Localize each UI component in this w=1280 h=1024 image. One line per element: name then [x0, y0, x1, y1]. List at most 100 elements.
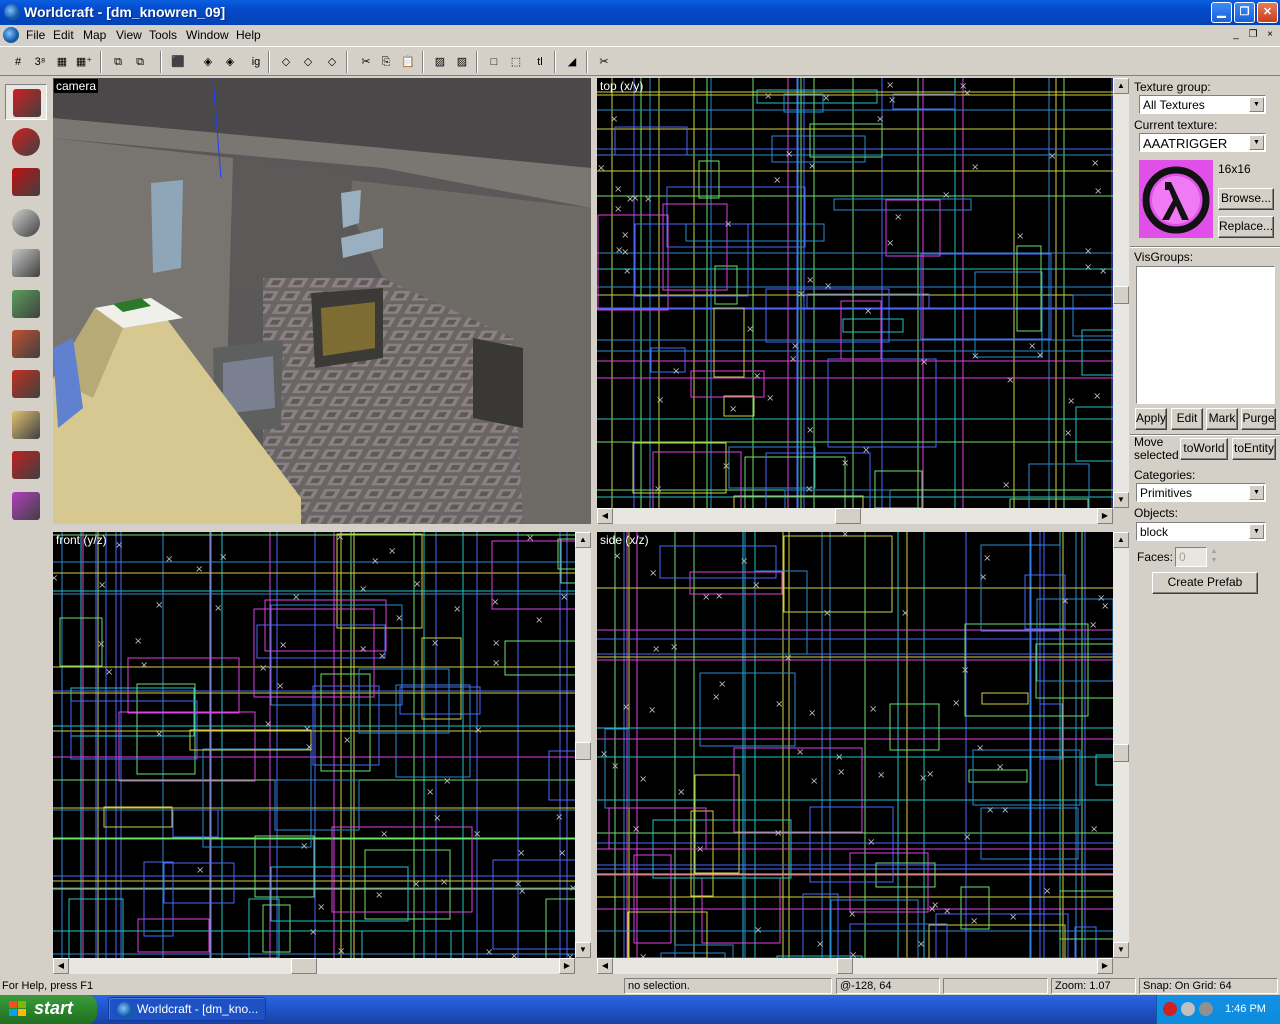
front-view-horizontal-scrollbar[interactable]: ◀ ▶ [53, 958, 575, 974]
menu-file[interactable]: File [26, 28, 45, 42]
minimize-button[interactable]: ▁ [1211, 2, 1232, 23]
hide-object-icon[interactable]: ◇ [276, 52, 296, 72]
camera-viewport[interactable]: camera [53, 78, 591, 524]
scroll-thumb[interactable] [835, 508, 861, 524]
worldcraft-app-icon[interactable] [4, 4, 20, 20]
start-button[interactable]: start [0, 995, 97, 1024]
show-object-icon[interactable]: ◇ [298, 52, 318, 72]
taskbar-item-worldcraft[interactable]: Worldcraft - [dm_kno... [108, 997, 266, 1021]
scroll-left-arrow-icon[interactable]: ◀ [597, 958, 613, 974]
hazard-icon[interactable]: ▨ [452, 52, 472, 72]
mdi-restore-button[interactable]: ❐ [1245, 28, 1261, 42]
edit-button[interactable]: Edit [1171, 408, 1203, 430]
scroll-thumb[interactable] [837, 958, 853, 974]
browse-button[interactable]: Browse... [1218, 188, 1274, 210]
scroll-thumb[interactable] [1113, 286, 1129, 304]
document-icon[interactable] [3, 27, 19, 43]
apply-current-texture-tool-button[interactable] [5, 326, 47, 362]
scroll-right-arrow-icon[interactable]: ▶ [1097, 958, 1113, 974]
paste-icon[interactable]: 📋 [398, 52, 418, 72]
close-button[interactable]: ✕ [1257, 2, 1278, 23]
cut-icon[interactable]: ✂ [356, 52, 376, 72]
chevron-down-icon[interactable]: ▼ [1249, 97, 1264, 112]
scroll-thumb[interactable] [575, 742, 591, 760]
path-tool-button[interactable] [5, 488, 47, 524]
scroll-left-arrow-icon[interactable]: ◀ [53, 958, 69, 974]
menu-tools[interactable]: Tools [149, 28, 177, 42]
clipping-tool-button[interactable] [5, 407, 47, 443]
volume-icon[interactable] [1199, 1002, 1213, 1016]
ignore-group-icon[interactable]: ig [246, 52, 266, 72]
selection-tool-button[interactable] [5, 84, 47, 120]
menu-view[interactable]: View [116, 28, 142, 42]
faces-spinner-icon[interactable]: ▲ ▼ [1207, 547, 1221, 567]
grid-icon[interactable]: # [8, 52, 28, 72]
entity-tool-button[interactable] [5, 205, 47, 241]
menu-map[interactable]: Map [83, 28, 106, 42]
texture-application-tool-button[interactable] [5, 286, 47, 322]
mark-button[interactable]: Mark [1206, 408, 1238, 430]
grid-dense-icon[interactable]: ▦ [52, 52, 72, 72]
side-view-vertical-scrollbar[interactable]: ▲ ▼ [1113, 532, 1129, 958]
objects-select[interactable]: block ▼ [1136, 522, 1266, 541]
grid-add-icon[interactable]: ▦⁺ [74, 52, 94, 72]
scroll-right-arrow-icon[interactable]: ▶ [1097, 508, 1113, 524]
replace-button[interactable]: Replace... [1218, 216, 1274, 238]
menu-help[interactable]: Help [236, 28, 261, 42]
visgroups-list[interactable] [1136, 266, 1275, 404]
apply-button[interactable]: Apply [1135, 408, 1167, 430]
mdi-minimize-button[interactable]: _ [1228, 28, 1244, 42]
decal-icon[interactable]: ▨ [430, 52, 450, 72]
unhide-icon[interactable]: ◇ [322, 52, 342, 72]
block-tool-button[interactable] [5, 245, 47, 281]
chevron-down-icon[interactable]: ▼ [1249, 485, 1264, 500]
side-view-viewport[interactable]: × × × × × × × × × × × × × × × × × × × × × × × × × × × × × × × × × × × × × × × ×… [597, 532, 1113, 958]
scroll-up-arrow-icon[interactable]: ▲ [1113, 78, 1129, 94]
scroll-down-arrow-icon[interactable]: ▼ [1113, 942, 1129, 958]
scroll-up-arrow-icon[interactable]: ▲ [575, 532, 591, 548]
to-entity-button[interactable]: toEntity [1232, 438, 1276, 460]
magnify-tool-button[interactable] [5, 124, 47, 160]
texture-lock-icon[interactable]: ⬛ [168, 52, 188, 72]
scroll-down-arrow-icon[interactable]: ▼ [1113, 492, 1129, 508]
scroll-thumb[interactable] [1113, 744, 1129, 762]
network-icon[interactable] [1181, 1002, 1195, 1016]
purge-button[interactable]: Purge [1241, 408, 1276, 430]
faces-input[interactable]: 0 [1175, 547, 1207, 567]
texture-lock-toggle-icon[interactable]: tl [530, 52, 550, 72]
texture-preview[interactable] [1139, 160, 1213, 238]
scroll-thumb[interactable] [291, 958, 317, 974]
chevron-down-icon[interactable]: ▼ [1249, 135, 1264, 150]
maximize-button[interactable]: ❐ [1234, 2, 1255, 23]
to-world-button[interactable]: toWorld [1180, 438, 1228, 460]
group-icon[interactable]: ⧉ [108, 52, 128, 72]
scroll-left-arrow-icon[interactable]: ◀ [597, 508, 613, 524]
mdi-close-button[interactable]: × [1262, 28, 1278, 42]
chevron-down-icon[interactable]: ▼ [1249, 524, 1264, 539]
map-check-icon[interactable]: ✂ [594, 52, 614, 72]
current-texture-select[interactable]: AAATRIGGER ▼ [1139, 133, 1266, 152]
hollow-icon[interactable]: ◈ [220, 52, 240, 72]
security-shield-icon[interactable] [1163, 1002, 1177, 1016]
categories-select[interactable]: Primitives ▼ [1136, 483, 1266, 502]
create-prefab-button[interactable]: Create Prefab [1152, 572, 1258, 594]
menu-edit[interactable]: Edit [53, 28, 74, 42]
top-view-viewport[interactable]: × × × × × × × × × × × × × × × × × × × × × × × × × × × × × × × × × × × × × × × ×… [597, 78, 1113, 508]
bounding-box-icon[interactable]: □ [484, 52, 504, 72]
vertex-manipulation-tool-button[interactable] [5, 447, 47, 483]
scroll-up-arrow-icon[interactable]: ▲ [1113, 532, 1129, 548]
copy-icon[interactable]: ⎘ [376, 52, 396, 72]
side-view-horizontal-scrollbar[interactable]: ◀ ▶ [597, 958, 1113, 974]
scroll-down-arrow-icon[interactable]: ▼ [575, 942, 591, 958]
menu-window[interactable]: Window [186, 28, 229, 42]
top-view-vertical-scrollbar[interactable]: ▲ ▼ [1113, 78, 1129, 508]
front-view-viewport[interactable]: × × × × × × × × × × × × × × × × × × × × × × × × × × × × × × × × × × × × × × × ×… [53, 532, 575, 958]
texture-group-select[interactable]: All Textures ▼ [1139, 95, 1266, 114]
camera-tool-button[interactable] [5, 164, 47, 200]
ungroup-icon[interactable]: ⧉ [130, 52, 150, 72]
top-view-horizontal-scrollbar[interactable]: ◀ ▶ [597, 508, 1113, 524]
scroll-right-arrow-icon[interactable]: ▶ [559, 958, 575, 974]
grid-3d-icon[interactable]: 3⁸ [30, 52, 50, 72]
run-map-icon[interactable]: ◢ [562, 52, 582, 72]
decal-tool-button[interactable] [5, 366, 47, 402]
